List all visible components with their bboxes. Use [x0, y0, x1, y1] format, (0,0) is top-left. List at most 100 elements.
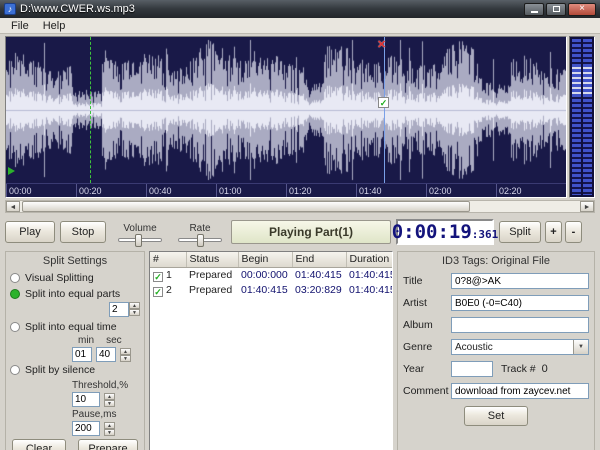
sec-label: sec	[106, 335, 122, 346]
column-header-duration[interactable]: Duration	[346, 252, 392, 268]
menu-bar: File Help	[0, 18, 600, 34]
time-display: 0:00:19 :361	[392, 219, 498, 245]
artist-field[interactable]	[451, 295, 589, 311]
time-label: 01:00	[219, 186, 242, 196]
option-visual-splitting[interactable]: Visual Splitting	[10, 272, 140, 284]
rate-control: Rate	[174, 223, 226, 247]
spin-down-icon[interactable]: ▼	[120, 354, 131, 362]
volume-label: Volume	[123, 222, 157, 234]
waveform-container: ✕ ✓ 00:00 00:20 00:40 01:00 01:20 01:40 …	[5, 36, 567, 198]
minimize-icon	[530, 10, 538, 13]
set-button[interactable]: Set	[464, 406, 528, 426]
scrollbar-thumb[interactable]	[22, 201, 470, 212]
radio-split-silence[interactable]	[10, 365, 20, 375]
comment-field[interactable]	[451, 383, 589, 399]
split-settings-heading: Split Settings	[42, 255, 108, 267]
threshold-label: Threshold,%	[72, 380, 129, 391]
chevron-down-icon[interactable]: ▼	[573, 340, 588, 354]
volume-slider-thumb[interactable]	[135, 233, 142, 247]
artist-label: Artist	[403, 297, 427, 309]
pause-label: Pause,ms	[72, 409, 117, 420]
parts-count-input[interactable]	[109, 302, 129, 317]
playback-status: Playing Part(1)	[231, 220, 391, 244]
time-label: 02:00	[429, 186, 452, 196]
play-button[interactable]: Play	[5, 221, 55, 243]
menu-file[interactable]: File	[4, 19, 36, 33]
close-icon: ×	[579, 3, 585, 14]
close-button[interactable]: ×	[568, 2, 596, 16]
maximize-button[interactable]	[546, 2, 566, 16]
row-checkbox[interactable]: ✓	[153, 286, 163, 297]
album-label: Album	[403, 319, 433, 331]
radio-equal-parts[interactable]	[10, 289, 20, 299]
time-label: 01:20	[289, 186, 312, 196]
radio-equal-time[interactable]	[10, 322, 20, 332]
level-meter	[569, 36, 595, 198]
title-field[interactable]	[451, 273, 589, 289]
minimize-button[interactable]	[524, 2, 544, 16]
zoom-in-button[interactable]: +	[545, 221, 562, 243]
transport-bar: Play Stop Volume Rate Playing Part(1) 0:…	[0, 213, 600, 249]
column-header-begin[interactable]: Begin	[238, 252, 293, 268]
option-equal-time[interactable]: Split into equal time	[10, 321, 140, 333]
scroll-left-icon[interactable]: ◄	[6, 201, 20, 212]
app-window: ♪ D:\www.CWER.ws.mp3 × File Help ✕ ✓ 00:…	[0, 0, 600, 450]
prepare-button[interactable]: Prepare	[78, 439, 138, 450]
seconds-input[interactable]	[96, 347, 116, 362]
scroll-right-icon[interactable]: ►	[580, 201, 594, 212]
threshold-input[interactable]	[72, 392, 100, 407]
volume-slider[interactable]	[118, 233, 162, 247]
album-field[interactable]	[451, 317, 589, 333]
split-checkbox[interactable]: ✓	[378, 97, 389, 108]
column-header-end[interactable]: End	[292, 252, 347, 268]
split-marker-line[interactable]	[384, 37, 385, 183]
genre-value: Acoustic	[455, 341, 493, 353]
spin-down-icon[interactable]: ▼	[104, 428, 115, 436]
window-title: D:\www.CWER.ws.mp3	[20, 3, 135, 15]
parts-table: # Status Begin End Duration ✓ 1 Prepared …	[150, 252, 392, 298]
menu-help[interactable]: Help	[36, 19, 73, 33]
table-row[interactable]: ✓ 2 Prepared 01:40:415 03:20:829 01:40:41…	[150, 283, 392, 298]
table-row[interactable]: ✓ 1 Prepared 00:00:000 01:40:415 01:40:41…	[150, 267, 392, 283]
spin-up-icon[interactable]: ▲	[120, 347, 131, 355]
zoom-out-button[interactable]: -	[565, 221, 582, 243]
rate-slider-thumb[interactable]	[197, 233, 204, 247]
title-label: Title	[403, 275, 423, 287]
column-header-num[interactable]: #	[150, 252, 187, 268]
track-label: Track #	[501, 363, 536, 375]
timeline-ruler: 00:00 00:20 00:40 01:00 01:20 01:40 02:0…	[6, 183, 566, 197]
time-label: 01:40	[359, 186, 382, 196]
play-cursor[interactable]	[90, 37, 91, 183]
spin-up-icon[interactable]: ▲	[104, 421, 115, 429]
spin-up-icon[interactable]: ▲	[104, 392, 115, 400]
column-header-status[interactable]: Status	[186, 252, 239, 268]
radio-visual-splitting[interactable]	[10, 273, 20, 283]
genre-dropdown[interactable]: Acoustic ▼	[451, 339, 589, 355]
parts-count-stepper[interactable]: ▲▼	[109, 302, 140, 317]
spin-up-icon[interactable]: ▲	[129, 302, 140, 309]
pause-input[interactable]	[72, 421, 100, 436]
option-split-silence[interactable]: Split by silence	[10, 364, 140, 376]
time-label: 00:20	[79, 186, 102, 196]
spin-down-icon[interactable]: ▼	[129, 309, 140, 316]
spin-down-icon[interactable]: ▼	[104, 399, 115, 407]
split-button[interactable]: Split	[499, 221, 541, 243]
minutes-input[interactable]	[72, 347, 92, 362]
option-equal-parts[interactable]: Split into equal parts	[10, 288, 140, 300]
time-label: 00:40	[149, 186, 172, 196]
waveform-scrollbar[interactable]: ◄ ►	[5, 200, 595, 213]
waveform-area: ✕ ✓ 00:00 00:20 00:40 01:00 01:20 01:40 …	[0, 34, 600, 198]
genre-label: Genre	[403, 341, 433, 353]
id3-panel: ID3 Tags: Original File Title Artist Alb…	[397, 251, 595, 450]
split-settings-panel: Split Settings Visual Splitting Split in…	[5, 251, 145, 450]
rate-slider[interactable]	[178, 233, 222, 247]
row-checkbox[interactable]: ✓	[153, 271, 163, 282]
title-bar: ♪ D:\www.CWER.ws.mp3 ×	[0, 0, 600, 18]
scrollbar-track[interactable]	[20, 201, 580, 212]
stop-button[interactable]: Stop	[60, 221, 106, 243]
split-delete-icon[interactable]: ✕	[377, 38, 386, 51]
level-meter-right	[583, 39, 592, 195]
time-main: 0:00:19	[391, 221, 472, 243]
clear-button[interactable]: Clear	[12, 439, 66, 450]
year-field[interactable]	[451, 361, 493, 377]
